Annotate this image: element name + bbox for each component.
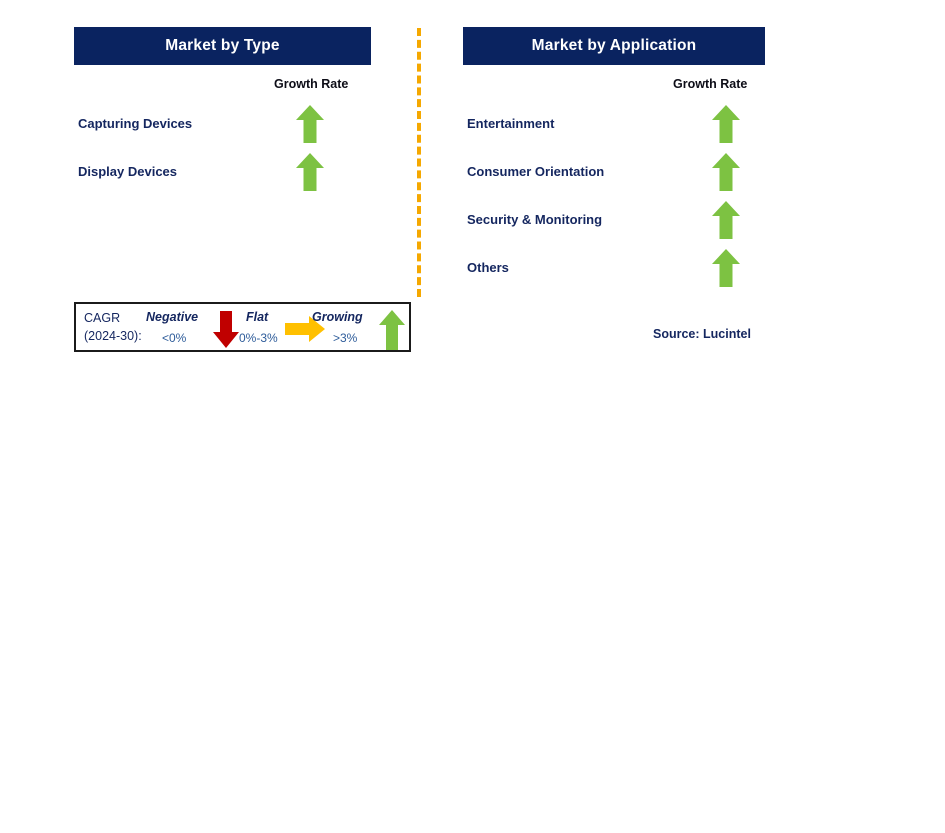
up-arrow-icon: [295, 103, 325, 145]
cagr-legend-box: CAGR (2024-30): Negative <0% Flat 0%-3% …: [74, 302, 411, 352]
up-arrow-icon: [295, 151, 325, 193]
panel-header-market-by-application: Market by Application: [463, 27, 765, 65]
up-arrow-icon: [378, 309, 406, 351]
segment-label-security-and-monitoring: Security & Monitoring: [467, 212, 603, 227]
growth-rate-caption-application: Growth Rate: [673, 77, 748, 91]
segment-label-display-devices: Display Devices: [78, 164, 178, 179]
growth-rate-caption-type: Growth Rate: [274, 77, 349, 91]
up-arrow-icon: [711, 151, 741, 193]
panel-header-market-by-type: Market by Type: [74, 27, 371, 65]
up-arrow-icon: [711, 247, 741, 289]
up-arrow-icon: [711, 103, 741, 145]
legend-value-flat: 0%-3%: [239, 331, 278, 345]
legend-value-negative: <0%: [162, 331, 187, 345]
segment-label-consumer-orientation: Consumer Orientation: [467, 164, 605, 179]
infographic-canvas: Market by Type Growth Rate Capturing Dev…: [0, 0, 945, 833]
legend-cagr-label-line1: CAGR: [84, 311, 121, 325]
legend-title-negative: Negative: [146, 310, 199, 324]
legend-title-flat: Flat: [246, 310, 269, 324]
panel-title-text: Market by Application: [531, 37, 697, 54]
up-arrow-icon: [711, 199, 741, 241]
legend-cagr-label-line2: (2024-30):: [84, 329, 142, 343]
legend-value-growing: >3%: [333, 331, 358, 345]
segment-label-entertainment: Entertainment: [467, 116, 555, 131]
down-arrow-icon: [212, 309, 240, 349]
source-note: Source: Lucintel: [653, 327, 751, 341]
panel-title-text: Market by Type: [165, 37, 280, 54]
segment-label-capturing-devices: Capturing Devices: [78, 116, 193, 131]
legend-title-growing: Growing: [312, 310, 363, 324]
segment-label-others: Others: [467, 260, 509, 275]
panel-divider-dashed-line: [417, 28, 421, 297]
